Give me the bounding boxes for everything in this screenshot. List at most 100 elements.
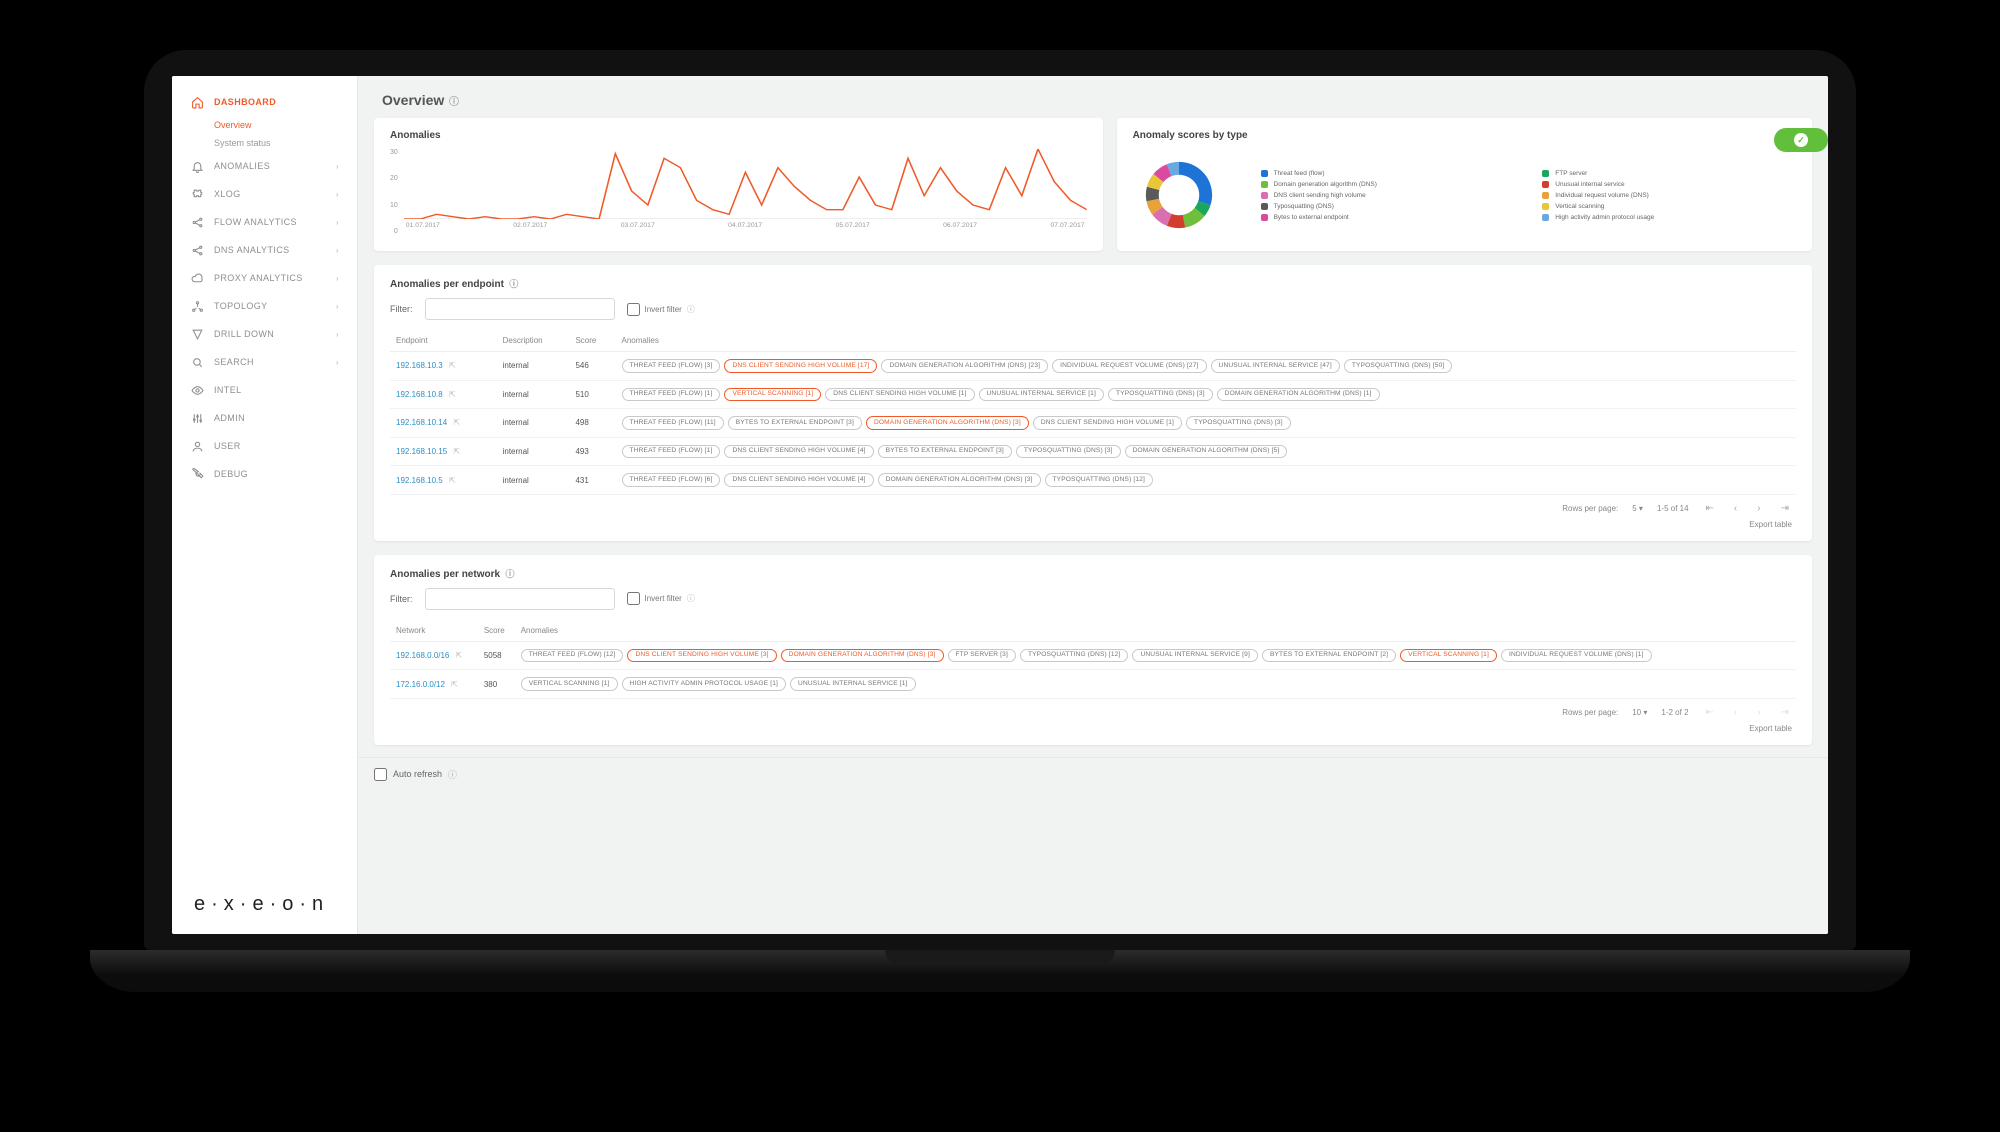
status-pill-ok[interactable]: ✓ <box>1774 128 1828 152</box>
legend-item[interactable]: DNS client sending high volume <box>1261 192 1515 199</box>
sidebar-item-topology[interactable]: TOPOLOGY› <box>172 292 357 320</box>
info-icon[interactable]: ⓘ <box>448 768 457 781</box>
anomaly-pill[interactable]: UNUSUAL INTERNAL SERVICE [1] <box>979 388 1104 402</box>
page-first-button[interactable]: ⇤ <box>1703 503 1717 514</box>
anomaly-pill[interactable]: THREAT FEED (FLOW) [3] <box>622 359 721 373</box>
anomaly-pill[interactable]: DNS CLIENT SENDING HIGH VOLUME [17] <box>724 359 877 373</box>
page-prev-button[interactable]: ‹ <box>1731 707 1740 718</box>
sidebar-item-user[interactable]: USER <box>172 432 357 460</box>
legend-item[interactable]: FTP server <box>1542 170 1796 177</box>
sidebar-item-debug[interactable]: DEBUG <box>172 460 357 488</box>
sidebar-subitem-system-status[interactable]: System status <box>172 134 357 152</box>
anomaly-pill[interactable]: INDIVIDUAL REQUEST VOLUME (DNS) [27] <box>1052 359 1206 373</box>
sidebar-item-proxy-analytics[interactable]: PROXY ANALYTICS› <box>172 264 357 292</box>
col-header[interactable]: Endpoint <box>390 330 497 352</box>
col-header[interactable]: Score <box>478 620 515 642</box>
col-header[interactable]: Network <box>390 620 478 642</box>
sidebar-subitem-overview[interactable]: Overview <box>172 116 357 134</box>
info-icon[interactable]: ⓘ <box>503 569 515 579</box>
anomaly-pill[interactable]: DOMAIN GENERATION ALGORITHM (DNS) [1] <box>1217 388 1380 402</box>
legend-item[interactable]: Threat feed (flow) <box>1261 170 1515 177</box>
legend-item[interactable]: Domain generation algorithm (DNS) <box>1261 181 1515 188</box>
anomaly-pill[interactable]: DNS CLIENT SENDING HIGH VOLUME [1] <box>825 388 974 402</box>
link-cell[interactable]: 172.16.0.0/12 ⇱ <box>390 670 478 699</box>
legend-item[interactable]: High activity admin protocol usage <box>1542 214 1796 221</box>
link-cell[interactable]: 192.168.0.0/16 ⇱ <box>390 641 478 670</box>
anomaly-pill[interactable]: UNUSUAL INTERNAL SERVICE [1] <box>790 677 915 691</box>
info-icon[interactable]: ⓘ <box>687 304 695 315</box>
col-header[interactable]: Anomalies <box>515 620 1796 642</box>
page-next-button[interactable]: › <box>1754 503 1763 514</box>
legend-item[interactable]: Unusual internal service <box>1542 181 1796 188</box>
anomaly-pill[interactable]: THREAT FEED (FLOW) [11] <box>622 416 724 430</box>
filter-input-endpoint[interactable] <box>425 298 615 320</box>
sidebar-item-anomalies[interactable]: ANOMALIES› <box>172 152 357 180</box>
anomaly-pill[interactable]: BYTES TO EXTERNAL ENDPOINT [3] <box>878 445 1012 459</box>
anomaly-pill[interactable]: TYPOSQUATTING (DNS) [12] <box>1020 649 1129 663</box>
export-table-link[interactable]: Export table <box>390 516 1796 531</box>
sidebar-item-search[interactable]: SEARCH› <box>172 348 357 376</box>
link-cell[interactable]: 192.168.10.8 ⇱ <box>390 380 497 409</box>
sidebar-item-drill-down[interactable]: DRILL DOWN› <box>172 320 357 348</box>
anomaly-pill[interactable]: DNS CLIENT SENDING HIGH VOLUME [4] <box>724 473 873 487</box>
anomaly-pill[interactable]: INDIVIDUAL REQUEST VOLUME (DNS) [1] <box>1501 649 1652 663</box>
sidebar-item-dns-analytics[interactable]: DNS ANALYTICS› <box>172 236 357 264</box>
anomaly-pill[interactable]: VERTICAL SCANNING [1] <box>724 388 821 402</box>
sidebar-item-xlog[interactable]: XLOG› <box>172 180 357 208</box>
sidebar-item-admin[interactable]: ADMIN <box>172 404 357 432</box>
auto-refresh-checkbox[interactable] <box>374 768 387 781</box>
anomaly-pill[interactable]: THREAT FEED (FLOW) [6] <box>622 473 721 487</box>
anomaly-pill[interactable]: UNUSUAL INTERNAL SERVICE [9] <box>1132 649 1257 663</box>
anomaly-pill[interactable]: DOMAIN GENERATION ALGORITHM (DNS) [3] <box>781 649 944 663</box>
link-cell[interactable]: 192.168.10.5 ⇱ <box>390 466 497 495</box>
col-header[interactable]: Description <box>497 330 570 352</box>
anomaly-pill[interactable]: FTP SERVER [3] <box>948 649 1016 663</box>
anomaly-pill[interactable]: TYPOSQUATTING (DNS) [3] <box>1016 445 1121 459</box>
anomaly-pill[interactable]: DNS CLIENT SENDING HIGH VOLUME [1] <box>1033 416 1182 430</box>
anomaly-pill[interactable]: UNUSUAL INTERNAL SERVICE [47] <box>1211 359 1340 373</box>
anomaly-pill[interactable]: THREAT FEED (FLOW) [1] <box>622 445 721 459</box>
rows-per-page-select[interactable]: 10 ▾ <box>1632 708 1647 717</box>
filter-input-network[interactable] <box>425 588 615 610</box>
anomaly-pill[interactable]: HIGH ACTIVITY ADMIN PROTOCOL USAGE [1] <box>622 677 786 691</box>
sidebar-item-intel[interactable]: INTEL <box>172 376 357 404</box>
anomaly-pill[interactable]: VERTICAL SCANNING [1] <box>1400 649 1497 663</box>
link-cell[interactable]: 192.168.10.3 ⇱ <box>390 352 497 381</box>
anomaly-pill[interactable]: TYPOSQUATTING (DNS) [12] <box>1045 473 1154 487</box>
export-table-link[interactable]: Export table <box>390 720 1796 735</box>
anomaly-pill[interactable]: TYPOSQUATTING (DNS) [3] <box>1186 416 1291 430</box>
legend-item[interactable]: Typosquatting (DNS) <box>1261 203 1515 210</box>
sidebar-item-flow-analytics[interactable]: FLOW ANALYTICS› <box>172 208 357 236</box>
anomaly-pill[interactable]: THREAT FEED (FLOW) [12] <box>521 649 624 663</box>
info-icon[interactable]: ⓘ <box>446 97 459 108</box>
legend-item[interactable]: Individual request volume (DNS) <box>1542 192 1796 199</box>
legend-item[interactable]: Vertical scanning <box>1542 203 1796 210</box>
anomaly-pill[interactable]: BYTES TO EXTERNAL ENDPOINT [3] <box>728 416 862 430</box>
legend-item[interactable]: Bytes to external endpoint <box>1261 214 1515 221</box>
anomaly-pill[interactable]: DOMAIN GENERATION ALGORITHM (DNS) [23] <box>881 359 1048 373</box>
page-last-button[interactable]: ⇥ <box>1778 707 1792 718</box>
col-header[interactable]: Anomalies <box>616 330 1796 352</box>
anomaly-pill[interactable]: THREAT FEED (FLOW) [1] <box>622 388 721 402</box>
page-last-button[interactable]: ⇥ <box>1778 503 1792 514</box>
page-prev-button[interactable]: ‹ <box>1731 503 1740 514</box>
anomaly-pill[interactable]: DOMAIN GENERATION ALGORITHM (DNS) [5] <box>1125 445 1288 459</box>
anomaly-pill[interactable]: DNS CLIENT SENDING HIGH VOLUME [4] <box>724 445 873 459</box>
anomaly-pill[interactable]: DOMAIN GENERATION ALGORITHM (DNS) [3] <box>866 416 1029 430</box>
anomaly-pill[interactable]: VERTICAL SCANNING [1] <box>521 677 618 691</box>
page-next-button[interactable]: › <box>1754 707 1763 718</box>
anomaly-pill[interactable]: TYPOSQUATTING (DNS) [50] <box>1344 359 1453 373</box>
info-icon[interactable]: ⓘ <box>687 593 695 604</box>
anomaly-pill[interactable]: DNS CLIENT SENDING HIGH VOLUME [3] <box>627 649 776 663</box>
col-header[interactable]: Score <box>569 330 615 352</box>
anomaly-pill[interactable]: DOMAIN GENERATION ALGORITHM (DNS) [3] <box>878 473 1041 487</box>
link-cell[interactable]: 192.168.10.15 ⇱ <box>390 437 497 466</box>
anomaly-pill[interactable]: BYTES TO EXTERNAL ENDPOINT [2] <box>1262 649 1396 663</box>
sidebar-item-dashboard[interactable]: DASHBOARD <box>172 88 357 116</box>
invert-filter-checkbox[interactable] <box>627 592 640 605</box>
page-first-button[interactable]: ⇤ <box>1703 707 1717 718</box>
info-icon[interactable]: ⓘ <box>507 279 519 289</box>
link-cell[interactable]: 192.168.10.14 ⇱ <box>390 409 497 438</box>
anomaly-pill[interactable]: TYPOSQUATTING (DNS) [3] <box>1108 388 1213 402</box>
rows-per-page-select[interactable]: 5 ▾ <box>1632 504 1643 513</box>
